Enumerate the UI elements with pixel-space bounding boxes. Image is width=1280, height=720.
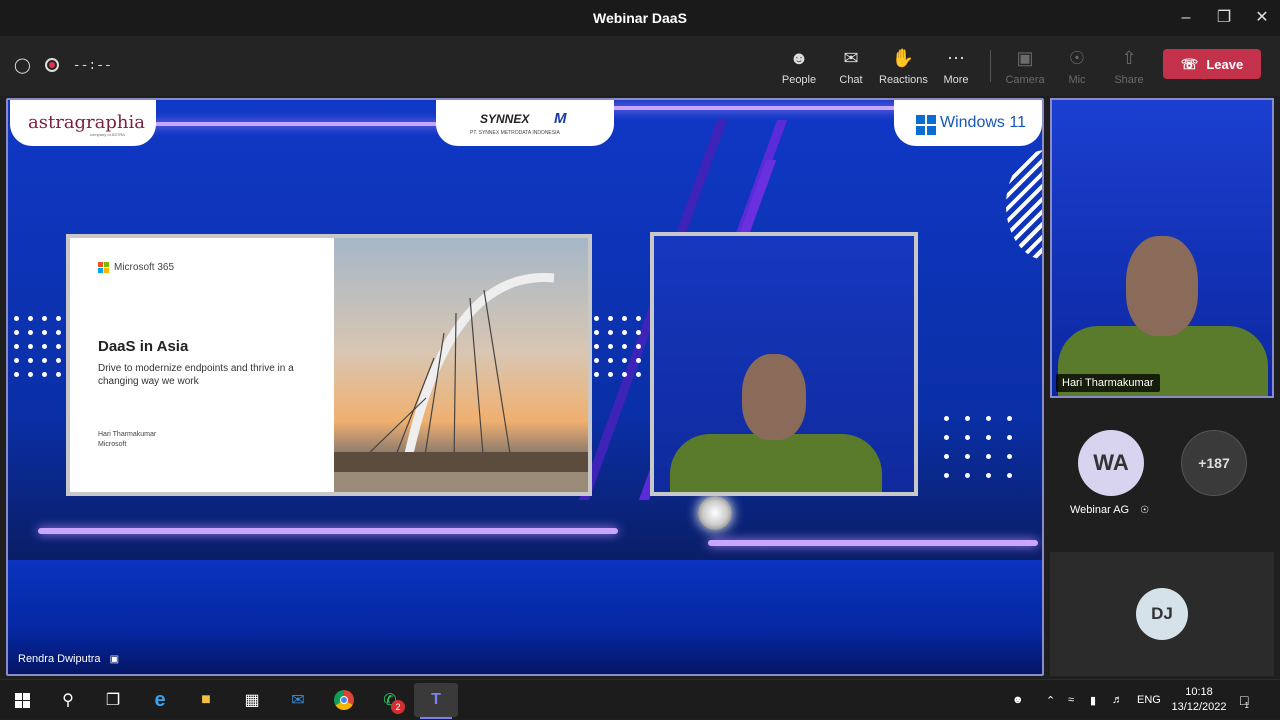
notification-count: 1 — [1244, 700, 1249, 710]
more-participants-button[interactable]: +187 — [1181, 430, 1247, 496]
clock[interactable]: 10:18 13/12/2022 — [1170, 685, 1228, 715]
slide-speaker-company: Microsoft — [98, 441, 127, 448]
meeting-toolbar: ◯ --:-- ☻ People ✉ Chat ✋ Reactions ⋯ More ▣… — [0, 36, 1280, 96]
language-indicator[interactable]: ENG — [1137, 680, 1161, 720]
title-bar: Webinar DaaS – ❐ ✕ — [0, 0, 1280, 36]
presenter-name-tag: Rendra Dwiputra ▣ — [18, 653, 120, 665]
synnex-logo: SYNNEX M PT. SYNNEX METRODATA INDONESIA — [436, 100, 614, 146]
edge-icon[interactable]: e — [146, 686, 174, 714]
astragraphia-logo: astragraphia company of ASTRA — [10, 100, 156, 146]
wifi-icon[interactable]: ≈ — [1068, 680, 1074, 720]
participant-name: Webinar AG ☉ — [1070, 504, 1150, 516]
people-button[interactable]: ☻ People — [775, 46, 823, 86]
microsoft-logo-icon — [98, 262, 109, 273]
minimize-icon[interactable]: – — [1168, 6, 1204, 30]
camera-off-icon: ▣ — [1016, 48, 1034, 68]
shield-icon[interactable]: ◯ — [14, 56, 31, 74]
participant-video-tile[interactable]: Hari Tharmakumar — [1050, 98, 1274, 398]
notification-icon[interactable]: □ 1 — [1240, 680, 1249, 720]
chat-icon: ✉ — [843, 48, 859, 68]
neon-strip — [148, 122, 448, 126]
slide-title: DaaS in Asia — [98, 338, 189, 355]
decorative-dots — [594, 316, 641, 377]
stage-light — [698, 496, 732, 530]
chat-button[interactable]: ✉ Chat — [827, 46, 875, 86]
bridge-photo — [334, 238, 588, 492]
close-icon[interactable]: ✕ — [1244, 6, 1280, 30]
store-icon[interactable]: ▦ — [238, 686, 266, 714]
participant-tile-dj[interactable]: DJ — [1050, 552, 1274, 676]
mic-off-icon: ☉ — [1068, 48, 1086, 68]
chrome-icon[interactable] — [330, 686, 358, 714]
slide-subtitle: Drive to modernize endpoints and thrive … — [98, 363, 294, 387]
battery-icon[interactable]: ▮ — [1090, 680, 1096, 720]
participant-name-tag: Hari Tharmakumar — [1056, 374, 1160, 392]
shared-presentation-slide: Microsoft 365 DaaS in Asia Drive to mode… — [66, 234, 592, 496]
mic-muted-icon: ☉ — [1140, 505, 1150, 516]
mic-button[interactable]: ☉ Mic — [1053, 46, 1101, 86]
camera-button[interactable]: ▣ Camera — [1001, 46, 1049, 86]
slide-speaker-name: Hari Tharmakumar — [98, 431, 157, 438]
maximize-icon[interactable]: ❐ — [1206, 6, 1242, 30]
search-icon[interactable]: ⚲ — [54, 686, 82, 714]
mail-icon[interactable]: ✉ — [284, 686, 312, 714]
windows11-logo: Windows 11 — [894, 100, 1042, 146]
window-title: Webinar DaaS — [593, 10, 687, 26]
speaker-head — [742, 354, 806, 440]
chevron-up-icon[interactable]: ⌃ — [1046, 680, 1055, 720]
leave-button[interactable]: ☏ Leave — [1163, 49, 1261, 79]
share-icon: ⇧ — [1121, 48, 1137, 68]
start-button[interactable] — [8, 686, 36, 714]
neon-strip — [38, 528, 618, 534]
stage-floor — [8, 560, 1042, 674]
people-tray-icon[interactable]: ☻ — [1012, 680, 1024, 720]
whatsapp-badge: 2 — [391, 700, 405, 714]
toolbar-divider — [990, 50, 991, 82]
microsoft365-logo: Microsoft 365 — [98, 262, 174, 273]
windows-start-icon — [14, 692, 30, 708]
speaker-video-frame — [650, 232, 918, 496]
more-button[interactable]: ⋯ More — [932, 46, 980, 86]
whatsapp-icon[interactable]: ✆ 2 — [376, 686, 405, 714]
volume-icon[interactable]: ♬ — [1112, 680, 1123, 720]
reactions-button[interactable]: ✋ Reactions — [879, 46, 928, 86]
bridge-illustration — [334, 273, 588, 492]
avatar-dj: DJ — [1136, 588, 1188, 640]
speaker-body — [670, 434, 882, 492]
task-view-icon[interactable]: ❐ — [99, 686, 127, 714]
phone-hangup-icon: ☏ — [1180, 55, 1199, 72]
windows-taskbar: ⚲ ❐ e ■ ▦ ✉ ✆ 2 T ☻ ⌃ ≈ ▮ ♬ ENG 10:18 13… — [0, 679, 1280, 719]
reactions-icon: ✋ — [891, 48, 915, 68]
presenter-mode-icon: ▣ — [109, 654, 120, 665]
slide-text-panel: Microsoft 365 DaaS in Asia Drive to mode… — [70, 238, 334, 492]
windows-logo-icon — [916, 115, 936, 135]
teams-icon[interactable]: T — [414, 683, 458, 717]
main-stage-video[interactable]: astragraphia company of ASTRA SYNNEX M P… — [6, 98, 1044, 676]
share-button[interactable]: ⇧ Share — [1105, 46, 1153, 86]
neon-strip — [608, 106, 908, 110]
decorative-dots — [14, 316, 61, 377]
avatar-webinar-ag[interactable]: WA — [1078, 430, 1144, 496]
meeting-timer: --:-- — [72, 57, 112, 73]
recording-icon — [44, 58, 59, 72]
participant-head — [1126, 236, 1198, 336]
file-explorer-icon[interactable]: ■ — [192, 686, 220, 714]
more-icon: ⋯ — [947, 48, 965, 68]
metrodata-m-logo: M — [554, 110, 567, 127]
people-icon: ☻ — [789, 48, 809, 68]
decorative-dots — [944, 416, 1012, 478]
neon-strip — [708, 540, 1038, 546]
